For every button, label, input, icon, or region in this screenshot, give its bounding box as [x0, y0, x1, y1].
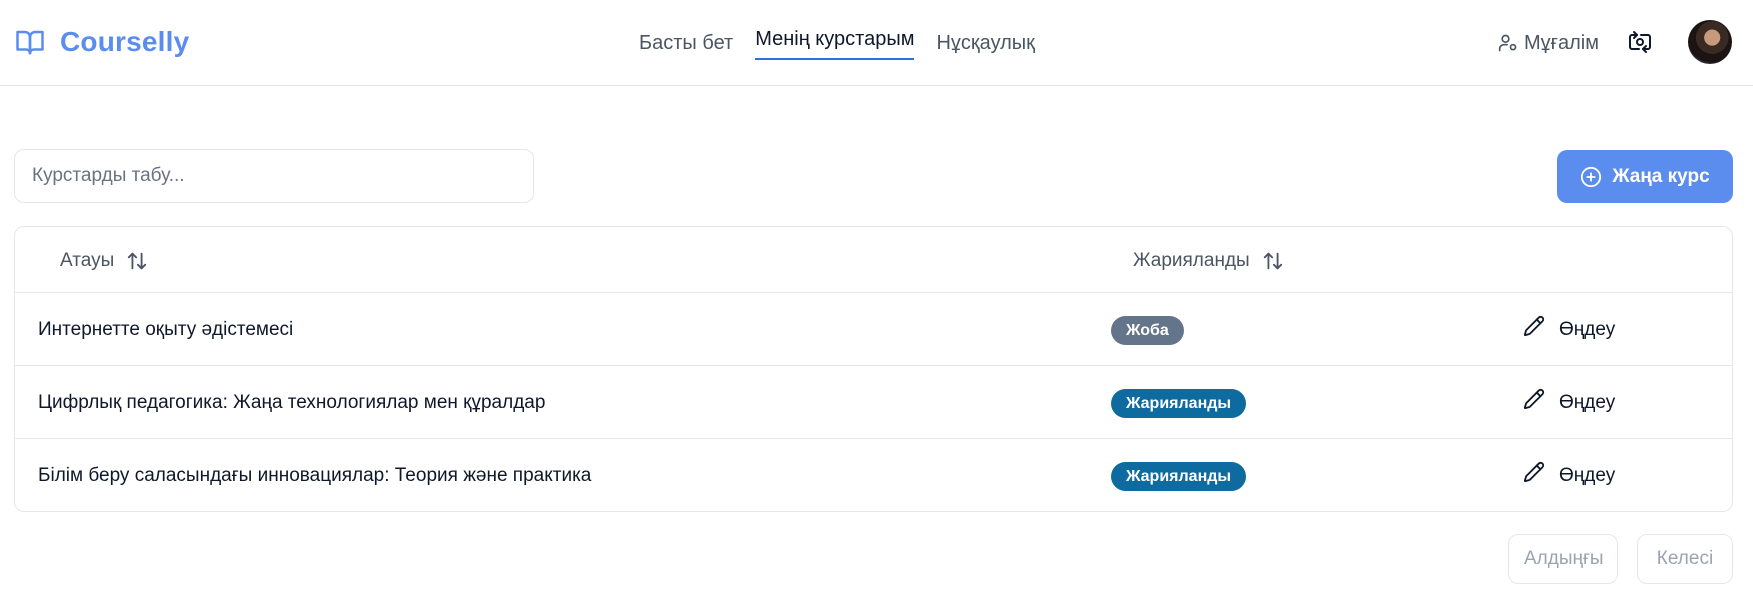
- role-switcher[interactable]: Мұғалім: [1498, 28, 1599, 58]
- edit-button[interactable]: Өңдеу: [1523, 293, 1615, 366]
- plus-circle-icon: [1581, 166, 1602, 187]
- new-course-label: Жаңа курс: [1612, 165, 1710, 187]
- sort-icon: [128, 252, 147, 270]
- brand-name: Courselly: [60, 26, 190, 57]
- column-status-label: Жарияланды: [1133, 250, 1250, 271]
- table-row: Цифрлық педагогика: Жаңа технологиялар м…: [15, 366, 1732, 439]
- brand-logo[interactable]: Courselly: [14, 22, 189, 62]
- pencil-icon: [1523, 388, 1545, 409]
- nav-guide[interactable]: Нұсқаулық: [936, 24, 1034, 60]
- column-title-label: Атауы: [60, 250, 115, 271]
- courses-table: Атауы Жарияланды Интернетте оқыту әдісте…: [14, 226, 1733, 512]
- column-header-status[interactable]: Жарияланды: [1133, 247, 1284, 275]
- role-label: Мұғалім: [1524, 31, 1599, 54]
- nav-my-courses[interactable]: Менің курстарым: [755, 24, 915, 60]
- status-badge: Жарияланды: [1111, 389, 1247, 418]
- table-row: Интернетте оқыту әдістемесі Жоба Өңдеу: [15, 293, 1732, 366]
- nav-home[interactable]: Басты бет: [639, 24, 733, 60]
- previous-page-button[interactable]: Алдыңғы: [1508, 534, 1618, 584]
- pencil-icon: [1523, 461, 1545, 482]
- edit-button[interactable]: Өңдеу: [1523, 439, 1616, 511]
- top-header: Courselly Басты бет Менің курстарым Нұсқ…: [0, 0, 1753, 86]
- avatar[interactable]: [1688, 20, 1732, 64]
- new-course-button[interactable]: Жаңа курс: [1557, 150, 1733, 203]
- user-cog-icon: [1498, 34, 1517, 52]
- pencil-icon: [1523, 315, 1545, 336]
- table-header: Атауы Жарияланды: [15, 227, 1732, 293]
- switch-camera-icon[interactable]: [1628, 30, 1652, 54]
- status-badge: Жоба: [1111, 316, 1184, 345]
- course-title: Цифрлық педагогика: Жаңа технологиялар м…: [38, 391, 546, 413]
- course-title: Интернетте оқыту әдістемесі: [38, 318, 294, 340]
- edit-label: Өңдеу: [1559, 318, 1616, 340]
- next-page-button[interactable]: Келесі: [1637, 534, 1733, 584]
- status-badge: Жарияланды: [1111, 462, 1247, 491]
- table-row: Білім беру саласындағы инновациялар: Тео…: [15, 439, 1732, 511]
- column-header-title[interactable]: Атауы: [60, 247, 148, 275]
- edit-button[interactable]: Өңдеу: [1523, 366, 1615, 439]
- book-open-icon: [16, 30, 44, 55]
- edit-label: Өңдеу: [1559, 464, 1616, 486]
- main-nav: Басты бет Менің курстарым Нұсқаулық: [639, 24, 1035, 62]
- sort-icon: [1263, 252, 1282, 270]
- edit-label: Өңдеу: [1559, 391, 1616, 413]
- search-input[interactable]: [14, 149, 534, 203]
- course-title: Білім беру саласындағы инновациялар: Тео…: [38, 464, 592, 486]
